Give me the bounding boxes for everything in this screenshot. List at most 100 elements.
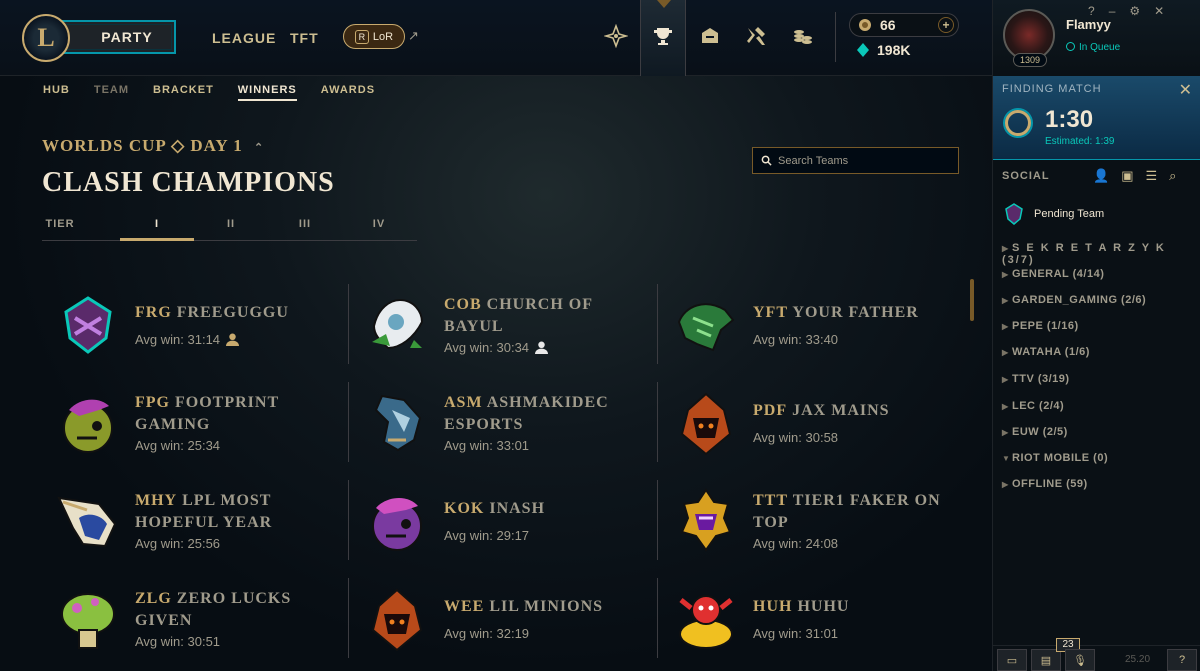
person-icon — [535, 341, 549, 354]
team-tag: ZLG — [135, 590, 172, 607]
gear-icon[interactable]: ⚙ — [1129, 4, 1140, 18]
friend-group-label: TTV (3/19) — [1012, 373, 1070, 385]
team-card[interactable]: ASM ASHMAKIDEC ESPORTS Avg win: 33:01 — [364, 390, 654, 480]
chat-icon[interactable]: ▭ — [997, 649, 1027, 671]
friend-group[interactable]: ▶ OFFLINE (59) — [1002, 478, 1088, 490]
team-card[interactable]: ZLG ZERO LUCKS GIVEN Avg win: 30:51 — [55, 586, 345, 671]
tab-tier-2[interactable]: II — [194, 218, 268, 230]
updown-chevron-icon: ⌃ — [254, 142, 265, 154]
party-button[interactable]: PARTY — [60, 20, 176, 54]
missions-icon[interactable]: ▤ — [1031, 649, 1061, 671]
avg-win: Avg win: 30:58 — [753, 430, 839, 445]
team-card[interactable]: COB CHURCH OF BAYUL Avg win: 30:34 — [364, 292, 654, 382]
rp-balance[interactable]: 66 + — [849, 13, 959, 37]
search-teams-field[interactable]: Search Teams — [752, 147, 959, 174]
team-crest-icon — [372, 298, 424, 350]
friend-group[interactable]: ▶ PEPE (1/16) — [1002, 320, 1079, 332]
team-crest-icon — [64, 296, 112, 354]
subnav-winners[interactable]: WINNERS — [237, 84, 297, 101]
team-card[interactable]: MHY LPL MOST HOPEFUL YEAR Avg win: 25:56 — [55, 488, 345, 578]
subnav-hub[interactable]: HUB — [43, 84, 70, 101]
finding-match-label: FINDING MATCH — [1002, 83, 1102, 95]
search-icon[interactable]: ⌕ — [1169, 168, 1176, 184]
team-name: HUHU — [797, 598, 850, 615]
team-card[interactable]: FRG FREEGUGGU Avg win: 31:14 — [55, 292, 345, 382]
team-card[interactable]: PDF JAX MAINS Avg win: 30:58 — [673, 390, 963, 480]
team-tag: KOK — [444, 500, 485, 517]
friend-group-label: EUW (2/5) — [1012, 426, 1068, 438]
avg-win: Avg win: 25:56 — [135, 536, 221, 551]
collection-icon[interactable] — [694, 20, 726, 52]
profile-header: 1309 Flamyy In Queue ? – ⚙ ✕ — [993, 0, 1200, 76]
minimize-icon[interactable]: – — [1109, 4, 1116, 18]
team-card[interactable]: YFT YOUR FATHER Avg win: 33:40 — [673, 292, 963, 382]
close-icon[interactable]: ✕ — [1154, 4, 1164, 18]
pending-team[interactable]: Pending Team — [1002, 202, 1104, 226]
team-crest-icon — [374, 394, 422, 452]
subnav-awards[interactable]: AWARDS — [321, 84, 375, 101]
social-sidebar: 1309 Flamyy In Queue ? – ⚙ ✕ FINDING MAT… — [992, 0, 1200, 671]
subnav-bracket[interactable]: BRACKET — [153, 84, 214, 101]
loot-icon[interactable] — [740, 20, 772, 52]
rp-amount: 66 — [880, 17, 896, 33]
cancel-queue-button[interactable]: ✕ — [1179, 80, 1192, 100]
home-icon[interactable] — [600, 20, 632, 52]
friend-group[interactable]: ▼ RIOT MOBILE (0) — [1002, 452, 1108, 464]
tier-active-underline — [120, 238, 194, 241]
blue-essence-balance: 198K — [857, 42, 910, 58]
summoner-name[interactable]: Flamyy — [1066, 17, 1111, 32]
team-tag: TTT — [753, 492, 789, 509]
friend-group[interactable]: ▶ WATAHA (1/6) — [1002, 346, 1090, 358]
tab-tier-1[interactable]: I — [120, 218, 194, 230]
add-rp-button[interactable]: + — [938, 17, 954, 33]
subnav-team[interactable]: TEAM — [94, 84, 129, 101]
team-card[interactable]: WEE LIL MINIONS Avg win: 32:19 — [364, 586, 654, 671]
friend-group[interactable]: ▶ TTV (3/19) — [1002, 373, 1070, 385]
help-icon[interactable]: ? — [1167, 649, 1197, 671]
team-card[interactable]: KOK INASH Avg win: 29:17 — [364, 488, 654, 578]
friend-group[interactable]: ▶ S E K R E T A R Z Y K (3/7) — [1002, 242, 1200, 266]
finding-match-panel: FINDING MATCH ✕ 1:30 Estimated: 1:39 — [993, 76, 1200, 160]
nav-tft[interactable]: TFT — [290, 30, 319, 46]
friend-group[interactable]: ▶ GARDEN_GAMING (2/6) — [1002, 294, 1146, 306]
search-placeholder: Search Teams — [778, 154, 849, 167]
avg-win: Avg win: 25:34 — [135, 438, 221, 453]
person-icon — [226, 333, 240, 346]
pending-team-label: Pending Team — [1034, 208, 1105, 220]
be-amount: 198K — [877, 42, 911, 58]
friend-group-label: LEC (2/4) — [1012, 400, 1065, 412]
team-name: YOUR FATHER — [792, 304, 919, 321]
store-icon[interactable] — [787, 20, 819, 52]
team-name: INASH — [489, 500, 546, 517]
friend-group[interactable]: ▶ GENERAL (4/14) — [1002, 268, 1104, 280]
friend-group[interactable]: ▶ LEC (2/4) — [1002, 400, 1064, 412]
avg-win: Avg win: 24:08 — [753, 536, 839, 551]
voice-icon[interactable]: 🎙 — [1065, 649, 1095, 671]
summoner-status[interactable]: In Queue — [1066, 42, 1120, 53]
add-friend-icon[interactable]: 👤 — [1093, 168, 1109, 184]
social-label: SOCIAL — [1002, 170, 1050, 182]
tab-tier-3[interactable]: III — [268, 218, 342, 230]
team-card[interactable]: FPG FOOTPRINT GAMING Avg win: 25:34 — [55, 390, 345, 480]
avg-win: Avg win: 31:01 — [753, 626, 839, 641]
clash-trophy-icon[interactable] — [647, 20, 679, 52]
help-icon[interactable]: ? — [1088, 4, 1095, 18]
team-tag: YFT — [753, 304, 788, 321]
nav-league[interactable]: LEAGUE — [212, 30, 276, 46]
team-card[interactable]: HUH HUHU Avg win: 31:01 — [673, 586, 963, 671]
scrollbar-thumb[interactable] — [970, 279, 974, 321]
avg-win: Avg win: 30:51 — [135, 634, 221, 649]
league-logo-icon[interactable]: L — [22, 14, 70, 62]
add-folder-icon[interactable]: ▣ — [1121, 168, 1133, 184]
tab-tier-4[interactable]: IV — [342, 218, 416, 230]
event-selector[interactable]: WORLDS CUP ◇ DAY 1 ⌃ — [42, 136, 264, 156]
pending-team-crest-icon — [1005, 203, 1023, 225]
team-tag: MHY — [135, 492, 178, 509]
team-card[interactable]: TTT TIER1 FAKER ON TOP Avg win: 24:08 — [673, 488, 963, 578]
list-view-icon[interactable]: ☰ — [1145, 168, 1157, 184]
avg-win: Avg win: 33:40 — [753, 332, 839, 347]
lor-button[interactable]: R LoR — [343, 24, 405, 49]
team-tag: ASM — [444, 394, 483, 411]
friend-group[interactable]: ▶ EUW (2/5) — [1002, 426, 1068, 438]
friend-group-label: RIOT MOBILE (0) — [1012, 452, 1109, 464]
